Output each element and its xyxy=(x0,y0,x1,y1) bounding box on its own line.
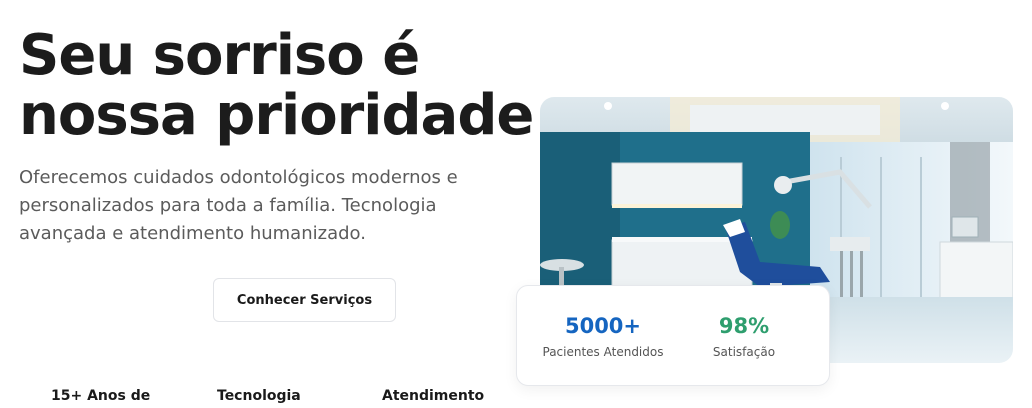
stat-patients: 5000+ Pacientes Atendidos xyxy=(540,313,666,359)
services-button[interactable]: Conhecer Serviços xyxy=(213,278,396,322)
stat-patients-value: 5000+ xyxy=(564,314,642,338)
stat-satisfaction-value: 98% xyxy=(718,314,770,338)
stat-satisfaction: 98% Satisfação xyxy=(700,313,788,359)
feature-experience: 15+ Anos de xyxy=(51,388,151,404)
hero-subtitle: Oferecemos cuidados odontológicos modern… xyxy=(19,167,458,244)
stat-satisfaction-label: Satisfação xyxy=(712,345,776,359)
features-row: 15+ Anos de Tecnologia Atendimento xyxy=(0,388,520,408)
feature-service: Atendimento xyxy=(382,388,485,404)
stat-patients-label: Pacientes Atendidos xyxy=(542,345,664,359)
hero-headline-line2: nossa prioridade xyxy=(19,83,534,148)
stats-card: 5000+ Pacientes Atendidos 98% Satisfação xyxy=(516,285,830,386)
feature-technology: Tecnologia xyxy=(217,388,301,404)
hero-headline: Seu sorriso é nossa prioridade xyxy=(19,23,534,148)
hero-headline-line1: Seu sorriso é xyxy=(19,23,420,88)
